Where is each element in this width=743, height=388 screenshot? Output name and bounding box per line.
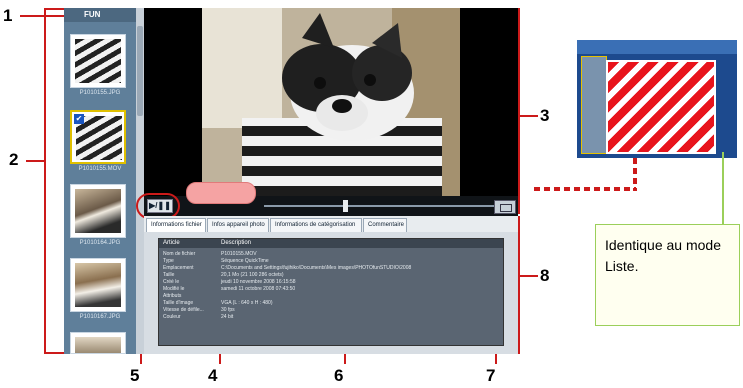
- table-row: Attributs: [159, 293, 503, 300]
- thumbnail-image: [75, 39, 121, 83]
- seek-track[interactable]: [264, 205, 504, 207]
- callout-1: 1: [3, 6, 13, 25]
- table-row: Créé le jeudi 10 novembre 2008 16:15:58: [159, 279, 503, 286]
- thumbnail-image: [75, 337, 121, 353]
- full-screen-icon: [500, 204, 512, 212]
- row-value: C:\Documents and Settings\fujihiko\Docum…: [221, 265, 412, 271]
- thumbnail-image: [75, 263, 121, 307]
- callout-8-bracket: [518, 216, 520, 354]
- row-value: 24 bit: [221, 314, 234, 320]
- row-value: 20,1 Mo (21 100 286 octets): [221, 272, 284, 278]
- dotted-connector-vertical: [633, 158, 637, 191]
- row-key: Taille d'image: [163, 300, 194, 306]
- row-key: Taille: [163, 272, 175, 278]
- table-row: Taille d'image VGA (L : 640 x H : 480): [159, 300, 503, 307]
- callout-2-line: [26, 160, 44, 162]
- callout-4-highlight: [186, 182, 256, 204]
- table-row: Taille 20,1 Mo (21 100 286 octets): [159, 272, 503, 279]
- callout-3: 3: [540, 106, 550, 125]
- tab-categorization-info[interactable]: Informations de catégorisation: [270, 218, 362, 232]
- dotted-connector-horizontal: [534, 187, 636, 191]
- video-frame: [202, 8, 460, 198]
- table-row: Vitesse de défile... 30 fps: [159, 307, 503, 314]
- note-box: Identique au mode Liste.: [595, 224, 740, 326]
- table-row: Nom de fichier P1010155.MOV: [159, 251, 503, 258]
- note-text: Identique au mode Liste.: [605, 237, 721, 274]
- note-connector: [722, 152, 724, 224]
- thumbnail-3[interactable]: [70, 184, 126, 238]
- row-value: jeudi 10 novembre 2008 16:15:58: [221, 279, 296, 285]
- callout-3-line: [520, 115, 538, 117]
- row-key: Couleur: [163, 314, 181, 320]
- table-row: Type Séquence QuickTime: [159, 258, 503, 265]
- table-row: Couleur 24 bit: [159, 314, 503, 321]
- video-frame-image: [202, 8, 460, 198]
- thumbnail-2-selected[interactable]: ✔: [70, 110, 126, 164]
- mini-toolbar: [577, 40, 737, 54]
- thumbnail-label: P1010167.JPG: [79, 314, 121, 320]
- column-header-article: Article: [159, 239, 221, 248]
- thumbnail-4[interactable]: [70, 258, 126, 312]
- callout-8-line: [520, 275, 538, 277]
- row-key: Attributs: [163, 293, 182, 299]
- callout-8: 8: [540, 266, 550, 285]
- tab-file-info[interactable]: Informations fichier: [146, 218, 206, 232]
- info-tabs: Informations fichier Infos appareil phot…: [144, 216, 518, 232]
- scrollbar-thumb[interactable]: [137, 26, 143, 116]
- callout-2-bracket-ht: [44, 8, 64, 10]
- check-icon: ✔: [74, 114, 84, 124]
- thumbnail-sidebar: FUN P1010155.JPG ✔ P1010155.MOV P1010164…: [64, 8, 136, 354]
- tab-comment[interactable]: Commentaire: [363, 218, 407, 232]
- row-value: samedi 11 octobre 2008 07:43:50: [221, 286, 296, 292]
- row-value: P1010155.MOV: [221, 251, 257, 257]
- table-row: Emplacement C:\Documents and Settings\fuj…: [159, 265, 503, 272]
- folder-title: FUN: [64, 8, 136, 22]
- row-key: Modifié le: [163, 286, 185, 292]
- row-key: Vitesse de défile...: [163, 307, 204, 313]
- callout-6: 6: [334, 366, 344, 385]
- callout-5: 5: [130, 366, 140, 385]
- tab-camera-info[interactable]: Infos appareil photo: [207, 218, 269, 232]
- thumbnail-label: P1010164.JPG: [79, 240, 121, 246]
- seek-slider-handle[interactable]: [343, 200, 348, 212]
- thumbnail-1[interactable]: [70, 34, 126, 88]
- thumbnail-image: [75, 189, 121, 233]
- callout-3-bracket: [518, 8, 520, 214]
- table-row: Modifié le samedi 11 octobre 2008 07:43:5…: [159, 286, 503, 293]
- thumbnail-scrollbar[interactable]: [136, 8, 144, 354]
- row-value: Séquence QuickTime: [221, 258, 269, 264]
- column-header-description: Description: [221, 239, 503, 248]
- hatched-area: [606, 60, 716, 154]
- callout-4: 4: [208, 366, 218, 385]
- file-info-table: Article Description Nom de fichier P10101…: [158, 238, 504, 346]
- row-key: Type: [163, 258, 174, 264]
- info-panel: Article Description Nom de fichier P10101…: [144, 232, 518, 354]
- callout-2-bracket-top: [44, 8, 46, 354]
- row-key: Nom de fichier: [163, 251, 196, 257]
- row-key: Créé le: [163, 279, 180, 285]
- row-value: VGA (L : 640 x H : 480): [221, 300, 273, 306]
- callout-2: 2: [9, 150, 19, 169]
- thumbnail-5[interactable]: [70, 332, 126, 354]
- row-key: Emplacement: [163, 265, 194, 271]
- thumbnail-label: P1010155.JPG: [79, 90, 121, 96]
- thumbnail-label: P1010155.MOV: [78, 166, 122, 172]
- callout-2-bracket-hb: [44, 352, 64, 354]
- full-screen-button[interactable]: [494, 200, 516, 214]
- callout-7: 7: [486, 366, 496, 385]
- mini-sidebar: [581, 56, 607, 154]
- callout-1-line: [20, 15, 64, 17]
- row-value: 30 fps: [221, 307, 235, 313]
